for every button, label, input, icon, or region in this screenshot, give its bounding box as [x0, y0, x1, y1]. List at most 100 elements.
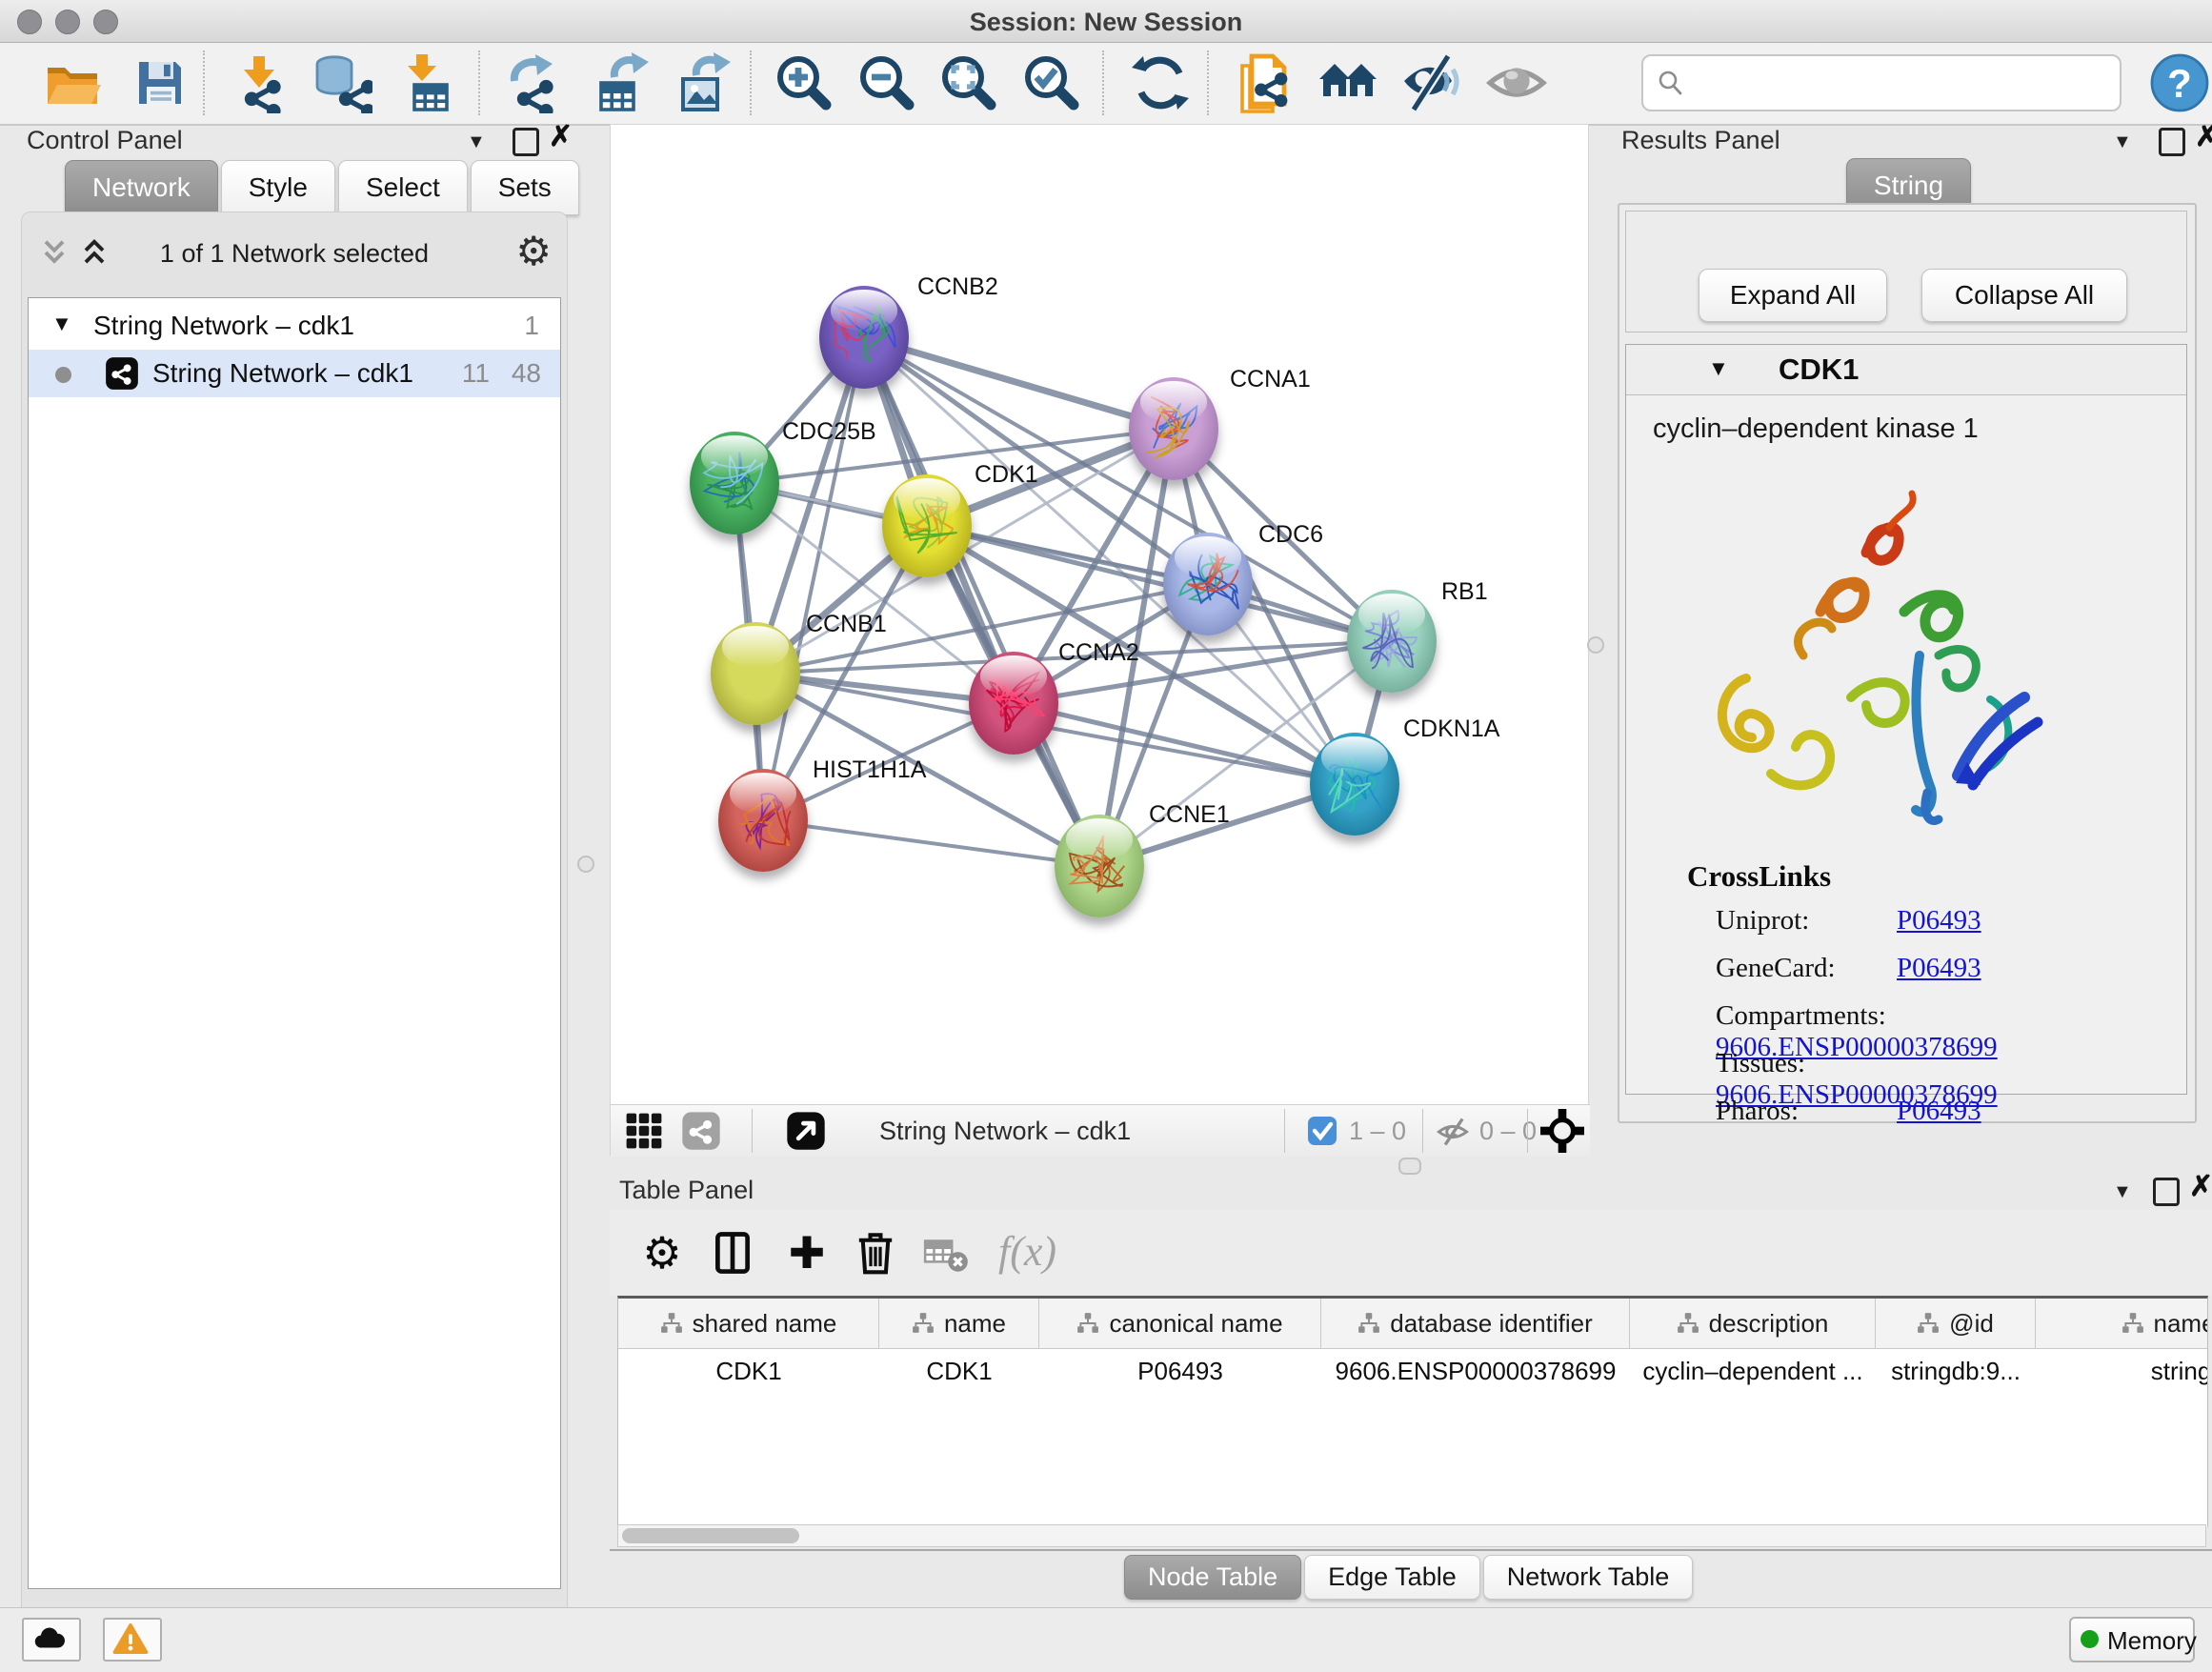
collapse-all-button[interactable]: Collapse All — [1921, 269, 2127, 322]
selected-checkbox-icon[interactable] — [1307, 1116, 1337, 1146]
import-network-icon[interactable] — [231, 52, 292, 113]
table-panel-float-icon[interactable] — [2153, 1178, 2180, 1206]
expand-all-button[interactable]: Expand All — [1699, 269, 1887, 322]
network-row-selected[interactable]: String Network – cdk1 11 48 — [29, 350, 560, 397]
column-header-canonical-name[interactable]: canonical name — [1039, 1299, 1321, 1348]
zoom-in-icon[interactable] — [774, 52, 835, 113]
node-CCNB1[interactable] — [711, 622, 800, 725]
results-panel-menu-icon[interactable]: ▼ — [2113, 131, 2132, 153]
tab-network-table[interactable]: Network Table — [1483, 1555, 1694, 1600]
tree-expander-icon[interactable]: ▼ — [51, 312, 72, 336]
node-RB1[interactable] — [1347, 590, 1437, 693]
results-panel-close-icon[interactable]: ✗ — [2195, 120, 2212, 153]
table-cell[interactable]: P06493 — [1039, 1349, 1321, 1393]
crosslink-value-link[interactable]: P06493 — [1897, 1096, 1981, 1126]
search-field[interactable] — [1641, 54, 2122, 111]
column-header-name[interactable]: name — [879, 1299, 1039, 1348]
horizontal-splitter-grip[interactable] — [1398, 1158, 1421, 1175]
network-from-file-icon[interactable] — [1235, 52, 1296, 113]
zoom-out-icon[interactable] — [856, 52, 917, 113]
gene-header[interactable]: ▼ CDK1 — [1626, 345, 2186, 395]
results-panel-float-icon[interactable] — [2159, 128, 2185, 156]
cloud-status-button[interactable] — [22, 1618, 81, 1662]
delete-column-icon[interactable] — [852, 1229, 899, 1277]
zoom-selected-icon[interactable] — [1021, 52, 1082, 113]
tab-edge-table[interactable]: Edge Table — [1304, 1555, 1480, 1600]
export-image-icon[interactable] — [674, 52, 734, 113]
edge-CCNB2-HIST1H1A[interactable] — [763, 337, 864, 820]
gear-icon[interactable]: ⚙ — [515, 228, 552, 274]
import-network-from-database-icon[interactable] — [312, 52, 372, 113]
scrollbar-thumb[interactable] — [622, 1528, 799, 1543]
network-canvas[interactable]: CCNB2CCNA1CDC25BCDK1CDC6RB1CCNB1CCNA2CDK… — [611, 125, 1590, 1104]
birds-eye-view-icon[interactable] — [786, 1111, 826, 1151]
vertical-splitter-grip[interactable] — [577, 856, 594, 873]
table-cell[interactable]: stringdb — [2036, 1349, 2208, 1393]
edge-HIST1H1A-CCNE1[interactable] — [763, 820, 1099, 866]
table-row[interactable]: CDK1CDK1P064939606.ENSP00000378699cyclin… — [618, 1349, 2207, 1393]
edge-CCNB2-CCNA1[interactable] — [864, 337, 1174, 429]
crosslink-value-link[interactable]: P06493 — [1897, 905, 1981, 936]
node-CDK1[interactable] — [882, 474, 972, 577]
horizontal-scrollbar[interactable] — [617, 1524, 2206, 1547]
table-cell[interactable]: cyclin–dependent ... — [1630, 1349, 1876, 1393]
node-CCNB2[interactable] — [819, 286, 909, 389]
save-session-icon[interactable] — [130, 52, 191, 113]
delete-table-icon[interactable] — [922, 1229, 970, 1277]
hide-selected-icon[interactable] — [1400, 52, 1461, 113]
column-header-namespac[interactable]: namespac — [2036, 1299, 2208, 1348]
function-builder-icon[interactable]: f(x) — [998, 1227, 1056, 1276]
column-header-shared-name[interactable]: shared name — [618, 1299, 879, 1348]
add-column-icon[interactable]: ✚ — [783, 1229, 831, 1277]
open-session-icon[interactable] — [42, 52, 103, 113]
homes-icon[interactable] — [1317, 52, 1378, 113]
crosslink-value-link[interactable]: P06493 — [1897, 953, 1981, 983]
tab-sets[interactable]: Sets — [471, 160, 579, 215]
grid-mode-icon[interactable] — [624, 1111, 664, 1151]
node-CCNA1[interactable] — [1129, 377, 1218, 480]
search-input[interactable] — [1693, 60, 2106, 104]
node-CDC6[interactable] — [1163, 533, 1253, 635]
tab-node-table[interactable]: Node Table — [1124, 1555, 1301, 1600]
network-mode-icon[interactable] — [681, 1111, 721, 1151]
network-collection-row[interactable]: ▼ String Network – cdk1 1 — [29, 302, 560, 350]
zoom-fit-icon[interactable] — [938, 52, 999, 113]
table-cell[interactable]: stringdb:9... — [1876, 1349, 2036, 1393]
table-gear-icon[interactable]: ⚙ — [638, 1229, 686, 1277]
column-header-database-identifier[interactable]: database identifier — [1321, 1299, 1630, 1348]
warning-status-button[interactable] — [103, 1618, 162, 1662]
network-label[interactable]: String Network – cdk1 — [152, 358, 413, 389]
crosshair-icon[interactable] — [1540, 1109, 1584, 1153]
edge-CCNB2-CCNE1[interactable] — [864, 337, 1099, 866]
control-panel-menu-icon[interactable]: ▼ — [467, 131, 486, 153]
column-header-description[interactable]: description — [1630, 1299, 1876, 1348]
table-panel-close-icon[interactable]: ✗ — [2189, 1170, 2212, 1203]
node-CDKN1A[interactable] — [1310, 733, 1399, 836]
node-CCNA2[interactable] — [969, 652, 1058, 755]
export-network-icon[interactable] — [503, 52, 564, 113]
show-columns-icon[interactable] — [709, 1229, 756, 1277]
node-gloss — [1175, 536, 1241, 577]
control-panel-float-icon[interactable] — [513, 128, 539, 156]
table-panel-menu-icon[interactable]: ▼ — [2113, 1181, 2132, 1203]
tab-network[interactable]: Network — [65, 160, 218, 215]
control-panel-close-icon[interactable]: ✗ — [549, 120, 573, 153]
memory-button[interactable]: Memory — [2069, 1617, 2195, 1662]
tab-style[interactable]: Style — [221, 160, 335, 215]
node-CDC25B[interactable] — [690, 432, 779, 534]
vertical-splitter-grip[interactable] — [1587, 636, 1604, 654]
import-table-icon[interactable] — [397, 52, 458, 113]
table-cell[interactable]: 9606.ENSP00000378699 — [1321, 1349, 1630, 1393]
network-collection-label[interactable]: String Network – cdk1 — [93, 311, 354, 341]
table-cell[interactable]: CDK1 — [879, 1349, 1039, 1393]
tab-select[interactable]: Select — [338, 160, 468, 215]
node-CCNE1[interactable] — [1055, 815, 1144, 917]
node-HIST1H1A[interactable] — [718, 769, 808, 872]
refresh-layout-icon[interactable] — [1130, 52, 1191, 113]
gene-expander-icon[interactable]: ▼ — [1708, 356, 1729, 381]
show-all-icon[interactable] — [1486, 52, 1547, 113]
export-table-icon[interactable] — [592, 52, 653, 113]
column-header--id[interactable]: @id — [1876, 1299, 2036, 1348]
help-icon[interactable]: ? — [2149, 52, 2210, 113]
table-cell[interactable]: CDK1 — [618, 1349, 879, 1393]
